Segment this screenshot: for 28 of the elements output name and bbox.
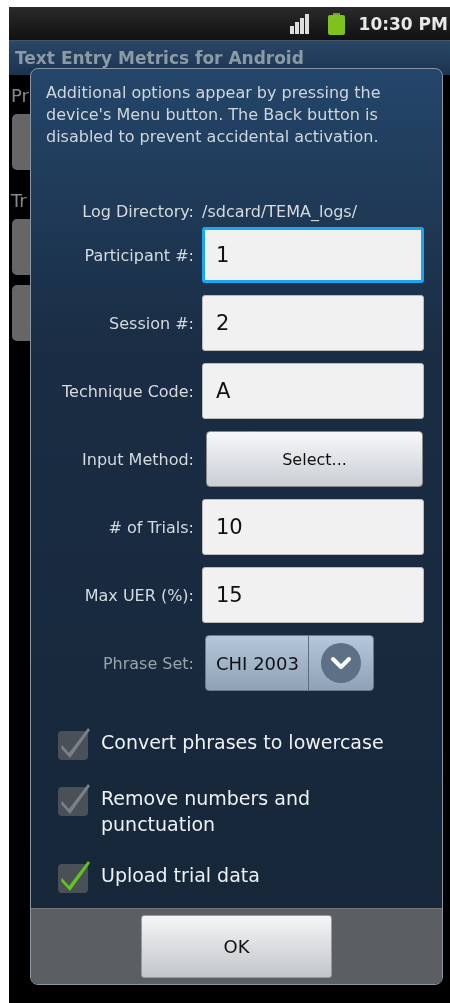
clock-time: 10:30 PM <box>358 13 448 34</box>
input-field[interactable]: 2 <box>202 295 424 351</box>
select-button[interactable]: Select... <box>206 431 423 487</box>
field-label: Technique Code: <box>61 381 194 401</box>
field-label: # of Trials: <box>107 517 194 537</box>
field-label: Log Directory: <box>81 201 194 221</box>
chevron-down-icon <box>320 642 362 684</box>
log-directory-path: /sdcard/TEMA_logs/ <box>202 201 359 221</box>
input-field[interactable]: 10 <box>202 499 424 555</box>
app-title: Text Entry Metrics for Android <box>15 48 304 68</box>
field-label: Participant #: <box>83 245 194 265</box>
field-label: Max UER (%): <box>83 585 194 605</box>
checkbox[interactable] <box>57 859 91 893</box>
ok-button[interactable]: OK <box>141 915 332 978</box>
field-label: Session #: <box>108 313 194 333</box>
checkbox-label: Upload trial data <box>101 863 261 888</box>
battery-icon <box>327 12 345 35</box>
checkbox-label: Remove numbers and punctuation <box>101 786 311 837</box>
input-field[interactable]: 1 <box>202 227 424 283</box>
input-field[interactable]: 15 <box>202 567 424 623</box>
checkbox-label: Convert phrases to lowercase <box>101 730 385 755</box>
background-label: Tr <box>10 189 28 213</box>
dialog-message: Additional options appear by pressing the device's Menu button. The Back button is disabled to prevent accidental activation. <box>45 82 382 148</box>
input-field[interactable]: A <box>202 363 424 419</box>
field-label: Input Method: <box>81 449 194 469</box>
phrase-set-dropdown[interactable]: CHI 2003 <box>205 635 374 691</box>
field-label: Phrase Set: <box>101 653 194 673</box>
background-label: Pr <box>10 84 30 108</box>
